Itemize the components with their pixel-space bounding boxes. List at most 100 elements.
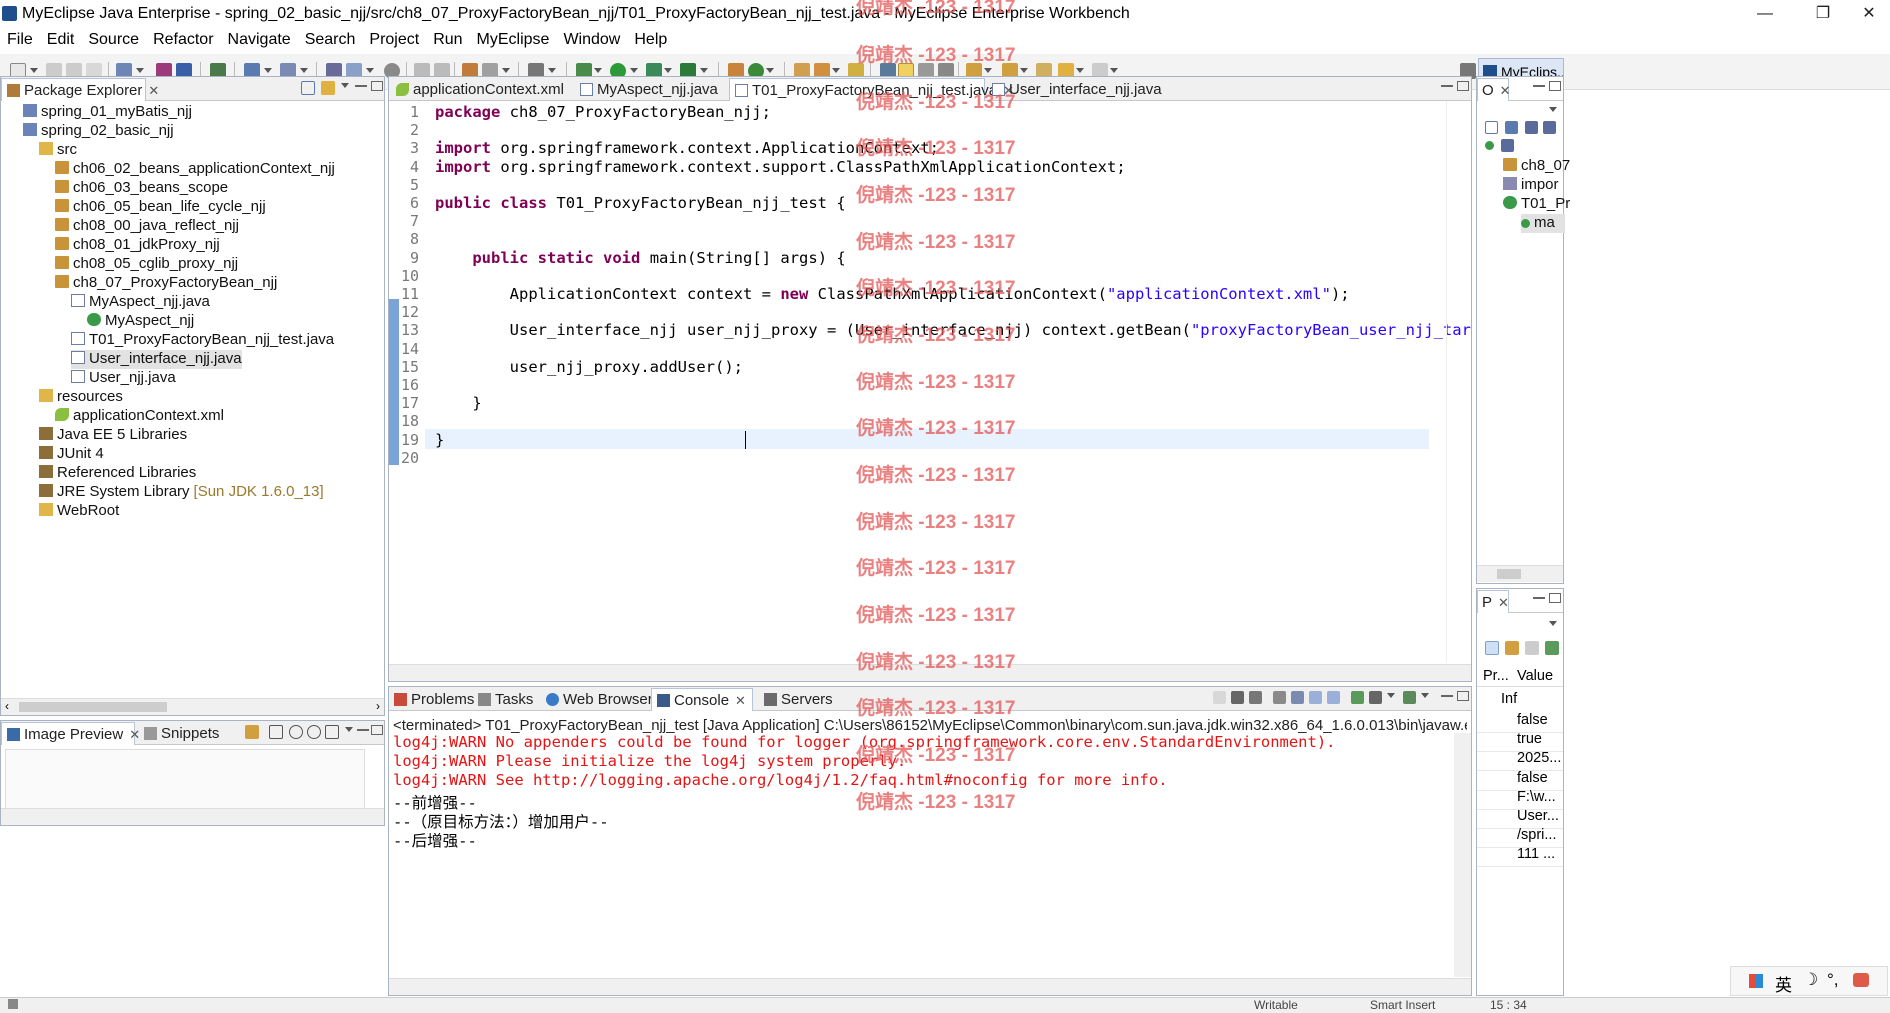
console-output[interactable]: log4j:WARN No appenders could be found f…: [389, 733, 1451, 977]
menu-refactor[interactable]: Refactor: [146, 28, 220, 49]
hide-fields-icon[interactable]: [1525, 121, 1538, 134]
scroll-lock-icon[interactable]: [1291, 691, 1304, 704]
pin-console-icon[interactable]: [1351, 691, 1364, 704]
chevron-down-icon[interactable]: [1110, 68, 1118, 73]
chevron-down-icon[interactable]: [984, 68, 992, 73]
scroll-left-icon[interactable]: ‹: [5, 699, 9, 713]
vertical-scrollbar[interactable]: [1446, 101, 1463, 663]
chevron-down-icon[interactable]: [1020, 68, 1028, 73]
minimize-view-icon[interactable]: [1441, 695, 1453, 697]
chevron-down-icon[interactable]: [136, 68, 144, 73]
show-stderr-icon[interactable]: [1327, 691, 1340, 704]
scrollbar-thumb[interactable]: [1497, 569, 1521, 579]
chevron-down-icon[interactable]: [502, 68, 510, 73]
view-menu-icon[interactable]: [1549, 107, 1557, 112]
minimize-view-icon[interactable]: [355, 85, 367, 87]
maximize-view-icon[interactable]: [1549, 81, 1561, 91]
code-area[interactable]: 1 package ch8_07_ProxyFactoryBean_njj; 2 3 i…: [389, 101, 1471, 663]
tree-item[interactable]: ch06_02_beans_applicationContext_njj: [55, 160, 335, 179]
chevron-down-icon[interactable]: [30, 68, 38, 73]
minimize-button[interactable]: —: [1742, 2, 1788, 26]
maximize-button[interactable]: ❐: [1800, 2, 1846, 26]
sync-icon[interactable]: [245, 725, 259, 739]
menu-file[interactable]: File: [0, 28, 40, 49]
terminate-icon[interactable]: [1213, 691, 1226, 704]
clear-console-icon[interactable]: [1273, 691, 1286, 704]
tree-item[interactable]: resources: [39, 388, 123, 407]
zoom-out-icon[interactable]: [289, 725, 303, 739]
close-icon[interactable]: ✕: [735, 693, 746, 708]
view-menu-icon[interactable]: [345, 727, 353, 732]
maximize-view-icon[interactable]: [371, 81, 383, 91]
tab-web-browser[interactable]: Web Browser: [541, 688, 653, 711]
outline-item-main[interactable]: ma: [1521, 214, 1565, 233]
zoom-in-icon[interactable]: [307, 725, 321, 739]
horizontal-scrollbar[interactable]: [1, 808, 384, 825]
chevron-down-icon[interactable]: [548, 68, 556, 73]
tab-t01-proxyfactorybean-test[interactable]: T01_ProxyFactoryBean_njj_test.java ✕: [729, 78, 1014, 101]
tab-applicationcontext-xml[interactable]: applicationContext.xml: [391, 78, 569, 101]
menu-myeclipse[interactable]: MyEclipse: [470, 28, 557, 49]
outline-item-class[interactable]: T01_Pr: [1503, 195, 1570, 214]
tree-item[interactable]: User_njj.java: [71, 369, 176, 388]
tab-tasks[interactable]: Tasks: [473, 688, 539, 711]
punctuation-icon[interactable]: °,: [1827, 970, 1839, 990]
maximize-view-icon[interactable]: [1457, 81, 1469, 91]
tree-item[interactable]: applicationContext.xml: [55, 407, 224, 426]
tree-item[interactable]: User_interface_njj.java: [71, 350, 242, 369]
link-with-editor-icon[interactable]: [321, 81, 335, 95]
remove-launch-icon[interactable]: [1231, 691, 1244, 704]
tab-outline[interactable]: O ✕: [1477, 78, 1511, 101]
chevron-down-icon[interactable]: [630, 68, 638, 73]
chevron-down-icon[interactable]: [1421, 693, 1429, 698]
tree-item[interactable]: JRE System Library [Sun JDK 1.6.0_13]: [39, 483, 324, 502]
zoom-fit-icon[interactable]: [269, 725, 283, 739]
menu-help[interactable]: Help: [627, 28, 674, 49]
close-button[interactable]: ✕: [1846, 2, 1890, 26]
tree-item[interactable]: ch06_03_beans_scope: [55, 179, 228, 198]
hide-static-icon[interactable]: [1543, 121, 1556, 134]
minimize-view-icon[interactable]: [1533, 85, 1545, 87]
tree-item[interactable]: Referenced Libraries: [39, 464, 196, 483]
hide-non-public-icon[interactable]: [1501, 139, 1514, 152]
maximize-view-icon[interactable]: [1457, 691, 1469, 701]
scrollbar-thumb[interactable]: [19, 702, 167, 712]
chevron-down-icon[interactable]: [300, 68, 308, 73]
tree-item[interactable]: JUnit 4: [39, 445, 104, 464]
tree-item[interactable]: spring_02_basic_njj: [23, 122, 174, 141]
maximize-view-icon[interactable]: [371, 725, 383, 735]
tree-item[interactable]: MyAspect_njj: [87, 312, 194, 331]
remove-all-icon[interactable]: [1249, 691, 1262, 704]
open-console-icon[interactable]: [1403, 691, 1416, 704]
property-row[interactable]: 111 ...: [1477, 844, 1563, 868]
collapse-all-icon[interactable]: [1485, 121, 1498, 134]
collapse-all-icon[interactable]: [301, 81, 315, 95]
minimize-view-icon[interactable]: [1441, 85, 1453, 87]
horizontal-scrollbar[interactable]: ‹ ›: [1, 698, 384, 715]
ime-language[interactable]: 英: [1775, 971, 1792, 996]
outline-item-package[interactable]: ch8_07: [1503, 157, 1570, 176]
chevron-down-icon[interactable]: [1387, 693, 1395, 698]
horizontal-scrollbar[interactable]: [389, 978, 1471, 995]
advanced-icon[interactable]: [1505, 641, 1519, 655]
outline-item-imports[interactable]: impor: [1503, 176, 1559, 195]
view-menu-icon[interactable]: [341, 83, 349, 88]
chevron-down-icon[interactable]: [700, 68, 708, 73]
chevron-down-icon[interactable]: [366, 68, 374, 73]
tab-package-explorer[interactable]: Package Explorer ✕: [1, 78, 159, 101]
tree-item[interactable]: ch8_07_ProxyFactoryBean_njj: [55, 274, 277, 293]
tab-myaspect-java[interactable]: MyAspect_njj.java: [575, 78, 725, 101]
horizontal-scrollbar[interactable]: [1477, 565, 1563, 582]
menu-search[interactable]: Search: [298, 28, 363, 49]
chevron-down-icon[interactable]: [832, 68, 840, 73]
display-console-icon[interactable]: [1369, 691, 1382, 704]
menu-edit[interactable]: Edit: [40, 28, 82, 49]
close-icon[interactable]: ✕: [148, 83, 159, 98]
tree-item[interactable]: ch08_00_java_reflect_njj: [55, 217, 239, 236]
vertical-scrollbar[interactable]: [1454, 733, 1471, 977]
chevron-down-icon[interactable]: [264, 68, 272, 73]
chevron-down-icon[interactable]: [594, 68, 602, 73]
tree-item[interactable]: Java EE 5 Libraries: [39, 426, 187, 445]
close-icon[interactable]: ✕: [1498, 595, 1509, 610]
moon-icon[interactable]: ☽: [1803, 970, 1818, 990]
